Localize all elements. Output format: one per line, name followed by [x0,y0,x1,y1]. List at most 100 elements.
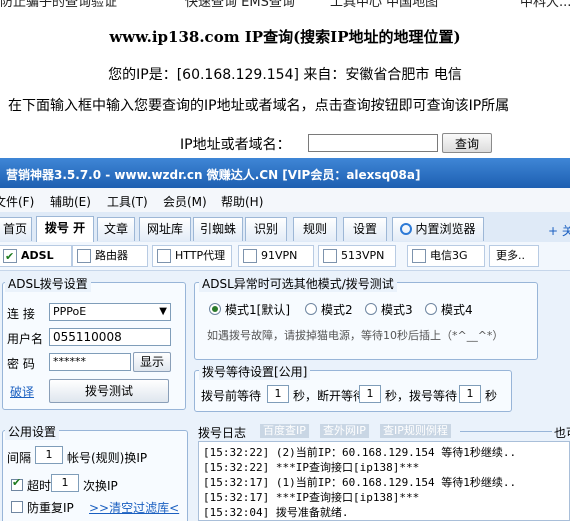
tab-url-library[interactable]: 网址库 [139,217,191,241]
password-field[interactable]: ****** [49,353,131,371]
checkbox-icon [3,247,17,267]
top-link-4[interactable]: 中科大... [520,0,570,10]
visitor-ip-line: 您的IP是：[60.168.129.154] 来自：安徽省合肥市 电信 [108,67,462,83]
subtab-label: 513VPN [341,249,385,262]
subtab-513vpn[interactable]: 513VPN [318,245,396,267]
mode-3-label: 模式3 [381,303,413,317]
timeout-tail: 次换IP [83,479,118,493]
browser-icon [400,223,413,235]
tab-settings[interactable]: 设置 [343,217,387,241]
tab-home[interactable]: 首页 [0,217,32,241]
subtab-telecom-3g[interactable]: 电信3G [407,245,485,267]
ip-query-input[interactable] [308,134,438,152]
subtab-label: HTTP代理 [175,249,226,262]
crack-link[interactable]: 破译 [10,383,34,400]
log-line: [15:32:22] (2)当前IP：60.168.129.154 等待1秒继续… [203,446,517,459]
log-legend: 拨号日志 [198,424,250,441]
interval-tail: 帐号(规则)换IP [67,451,148,465]
username-label: 用户名 [7,332,44,346]
query-button[interactable]: 查询 [442,133,492,153]
log-tab-rules[interactable]: 查IP规则例程 [380,424,451,438]
mode-1-radio[interactable] [209,303,221,315]
chevron-down-icon: ▼ [159,306,167,317]
query-row: IP地址或者域名： 查询 [180,133,492,154]
log-line: [15:32:17] ***IP查询接口[ip138]*** [203,491,420,504]
top-link-1[interactable]: 防止骗子的查询验证 [0,0,117,10]
top-link-3[interactable]: 工具中心 中国地图 [330,0,438,10]
tab-label: 内置浏览器 [415,222,476,236]
site-title: www.ip138.com IP查询(搜索IP地址的地理位置) [109,28,461,46]
menu-help[interactable]: 帮助(H) [221,193,263,210]
subtab-label: 电信3G [430,249,468,262]
tab-label: 网址库 [146,222,183,236]
connection-select[interactable]: PPPoE ▼ [49,303,171,321]
menu-file[interactable]: 文件(F) [0,193,34,210]
tab-rules[interactable]: 规则 [293,217,337,241]
dial-wait-panel: 拨号等待设置[公用] 拨号前等待 1 秒，断开等待 1 秒，拨号等待 1 秒 [194,363,512,412]
mode-2-radio[interactable] [305,303,317,315]
timeout-checkbox[interactable] [11,476,23,491]
log-divider [460,431,552,432]
mode-3-radio[interactable] [365,303,377,315]
wait-before-input[interactable]: 1 [267,385,289,403]
log-tab-baidu[interactable]: 百度查IP [260,424,309,438]
log-line: [15:32:04] 拨号准备就绪. [203,506,349,519]
tab-dial[interactable]: 拨号 开 [36,216,94,242]
tab-label: 拨号 开 [44,221,86,235]
dial-log[interactable]: [15:32:22] (2)当前IP：60.168.129.154 等待1秒继续… [198,441,570,521]
dial-test-button[interactable]: 拨号测试 [49,379,169,403]
password-label: 密 码 [7,357,35,371]
show-password-button[interactable]: 显示 [133,352,171,372]
top-link-2[interactable]: 快速查询 EMS查询 [185,0,295,10]
adsl-settings-panel: ADSL拨号设置 连 接 PPPoE ▼ 用户名 055110008 密 码 *… [2,275,186,410]
username-field[interactable]: 055110008 [49,328,171,346]
query-label: IP地址或者域名： [180,137,291,153]
common-settings-panel: 公用设置 间隔 1 帐号(规则)换IP 超时 1 次换IP 防重复IP >>清空… [2,423,188,521]
repeat-ip-label: 防重复IP [27,501,74,515]
tab-label: 设置 [352,222,377,236]
timeout-label: 超时 [27,479,52,493]
add-tab-button[interactable]: + 关 [548,222,570,239]
subtab-adsl[interactable]: ADSL [0,245,72,267]
tab-browser[interactable]: 内置浏览器 [392,217,484,241]
clear-filter-link[interactable]: >>清空过滤库< [89,499,179,516]
top-cutoff-links: 防止骗子的查询验证 快速查询 EMS查询 工具中心 中国地图 中科大... [0,0,570,10]
log-tail: 也可 [554,426,570,440]
log-line: [15:32:22] ***IP查询接口[ip138]*** [203,461,420,474]
log-tab-external[interactable]: 查外网IP [320,424,369,438]
subtab-label: 更多.. [496,249,525,262]
subtab-label: ADSL [21,249,54,262]
tab-spider[interactable]: 引蜘蛛 [193,217,243,241]
app-window: 营销神器3.5.7.0 - www.wzdr.cn 微赚达人.CN [VIP会员… [0,158,570,521]
adsl-legend: ADSL拨号设置 [5,275,91,292]
tab-label: 引蜘蛛 [199,222,236,236]
tab-label: 规则 [302,222,327,236]
tab-article[interactable]: 文章 [97,217,135,241]
disconnect-wait-input[interactable]: 1 [359,385,381,403]
wait-legend: 拨号等待设置[公用] [199,363,311,380]
subtab-more[interactable]: 更多.. [489,245,539,267]
connection-value: PPPoE [53,305,87,318]
subtab-91vpn[interactable]: 91VPN [238,245,314,267]
interval-input[interactable]: 1 [35,446,63,464]
timeout-input[interactable]: 1 [51,474,79,492]
dial-wait-input[interactable]: 1 [459,385,481,403]
log-line: [15:32:17] (1)当前IP：60.168.129.154 等待1秒继续… [203,476,517,489]
mode-4-radio[interactable] [425,303,437,315]
subtab-router[interactable]: 路由器 [72,245,148,267]
menu-tools[interactable]: 工具(T) [107,193,148,210]
repeat-ip-checkbox[interactable] [11,501,23,513]
tab-label: 文章 [103,222,128,236]
main-tabs: 首页 拨号 开 文章 网址库 引蜘蛛 识别 规则 设置 内置浏览器 + 关 [0,212,570,242]
tab-label: 识别 [253,222,278,236]
title-bar[interactable]: 营销神器3.5.7.0 - www.wzdr.cn 微赚达人.CN [VIP会员… [0,158,570,188]
subtab-label: 91VPN [261,249,298,262]
mode-panel: ADSL异常时可选其他模式/拨号测试 模式1[默认] 模式2 模式3 模式4 如… [194,275,538,360]
menu-assist[interactable]: 辅助(E) [50,193,91,210]
checkbox-icon [77,249,91,263]
menu-member[interactable]: 会员(M) [163,193,207,210]
common-legend: 公用设置 [5,423,60,440]
subtab-http-proxy[interactable]: HTTP代理 [152,245,232,267]
subtab-label: 路由器 [95,249,128,262]
tab-recognize[interactable]: 识别 [245,217,287,241]
